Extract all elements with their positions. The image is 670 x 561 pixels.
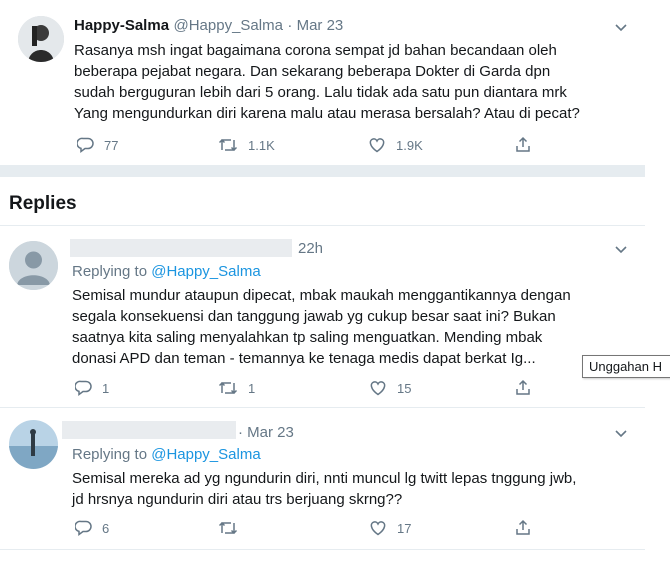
retweet-button[interactable]: 1.1K xyxy=(218,137,275,153)
retweet-count: 1 xyxy=(248,380,256,396)
handle[interactable]: @Happy_Salma xyxy=(174,17,283,34)
reply-count: 1 xyxy=(102,380,110,396)
replying-to: Replying to @Happy_Salma xyxy=(72,446,261,463)
reply-icon xyxy=(75,520,92,536)
reply-tweet[interactable]: 22h Replying to @Happy_Salma Semisal mun… xyxy=(0,226,645,406)
replying-to: Replying to @Happy_Salma xyxy=(72,263,261,280)
display-name[interactable]: Happy-Salma xyxy=(74,17,169,34)
like-icon xyxy=(370,521,386,536)
avatar[interactable] xyxy=(18,16,64,62)
reply-tweet[interactable]: · Mar 23 Replying to @Happy_Salma Semisa… xyxy=(0,408,645,558)
like-icon xyxy=(370,381,386,396)
reply-button[interactable]: 77 xyxy=(77,137,118,153)
tweet-date[interactable]: · Mar 23 xyxy=(287,17,343,34)
like-count: 15 xyxy=(397,380,412,396)
retweet-icon xyxy=(218,138,238,152)
tweet-date[interactable]: · Mar 23 xyxy=(238,424,294,441)
main-tweet[interactable]: Happy-Salma @Happy_Salma · Mar 23 Rasany… xyxy=(0,0,645,165)
share-button[interactable] xyxy=(515,379,531,396)
retweet-button[interactable] xyxy=(218,520,248,536)
reply-icon xyxy=(75,380,92,396)
reply-count: 77 xyxy=(104,137,119,153)
like-button[interactable]: 17 xyxy=(369,520,411,536)
chevron-down-icon[interactable] xyxy=(614,242,628,260)
like-count: 17 xyxy=(397,520,412,536)
reply-button[interactable]: 6 xyxy=(75,520,109,536)
replying-label: Replying to xyxy=(72,446,152,463)
like-button[interactable]: 15 xyxy=(369,380,411,396)
retweet-button[interactable]: 1 xyxy=(218,380,255,396)
tweet-text: Semisal mundur ataupun dipecat, mbak mau… xyxy=(72,287,571,367)
tweet-text: Rasanya msh ingat bagaimana corona sempa… xyxy=(74,42,580,122)
like-button[interactable]: 1.9K xyxy=(368,137,423,153)
retweet-icon xyxy=(218,521,238,535)
hover-tooltip: Unggahan H xyxy=(582,355,670,378)
like-icon xyxy=(369,138,385,153)
tweet-date[interactable]: 22h xyxy=(298,240,323,257)
share-icon xyxy=(516,379,530,395)
reply-icon xyxy=(77,137,94,153)
share-icon xyxy=(516,136,530,152)
avatar[interactable] xyxy=(9,420,58,469)
replying-handle[interactable]: @Happy_Salma xyxy=(151,446,260,463)
share-button[interactable] xyxy=(515,519,531,536)
tweet-text: Semisal mereka ad yg ngundurin diri, nnt… xyxy=(72,470,577,508)
share-button[interactable] xyxy=(515,136,531,153)
like-count: 1.9K xyxy=(396,137,423,153)
replying-handle[interactable]: @Happy_Salma xyxy=(151,263,260,280)
chevron-down-icon[interactable] xyxy=(614,426,628,444)
section-divider xyxy=(0,165,645,177)
tweet-header: Happy-Salma @Happy_Salma · Mar 23 xyxy=(74,17,343,35)
obscured-username xyxy=(62,421,236,439)
chevron-down-icon[interactable] xyxy=(614,20,628,38)
reply-divider xyxy=(0,549,645,550)
share-icon xyxy=(516,519,530,535)
reply-count: 6 xyxy=(102,520,110,536)
reply-button[interactable]: 1 xyxy=(75,380,109,396)
obscured-username xyxy=(70,239,292,257)
retweet-count: 1.1K xyxy=(248,137,275,153)
retweet-icon xyxy=(218,381,238,395)
replying-label: Replying to xyxy=(72,263,152,280)
replies-heading: Replies xyxy=(9,193,77,214)
avatar[interactable] xyxy=(9,241,58,290)
